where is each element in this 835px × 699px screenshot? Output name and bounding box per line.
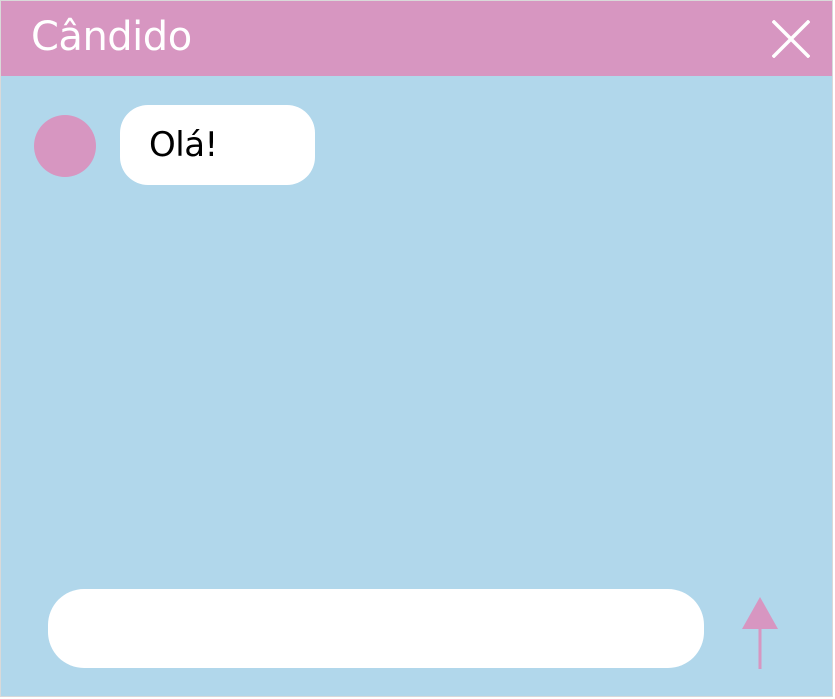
title-bar: Cândido — [1, 1, 832, 76]
close-button[interactable] — [772, 20, 810, 58]
message-bubble: Olá! — [120, 105, 315, 185]
chat-title: Cândido — [31, 14, 192, 60]
arrow-up-icon — [742, 597, 778, 669]
close-icon — [772, 20, 810, 58]
chat-window: Cândido Olá! — [0, 0, 833, 697]
message-input[interactable] — [48, 589, 704, 668]
avatar — [34, 115, 96, 177]
send-button[interactable] — [739, 595, 781, 671]
message-text: Olá! — [149, 125, 218, 165]
